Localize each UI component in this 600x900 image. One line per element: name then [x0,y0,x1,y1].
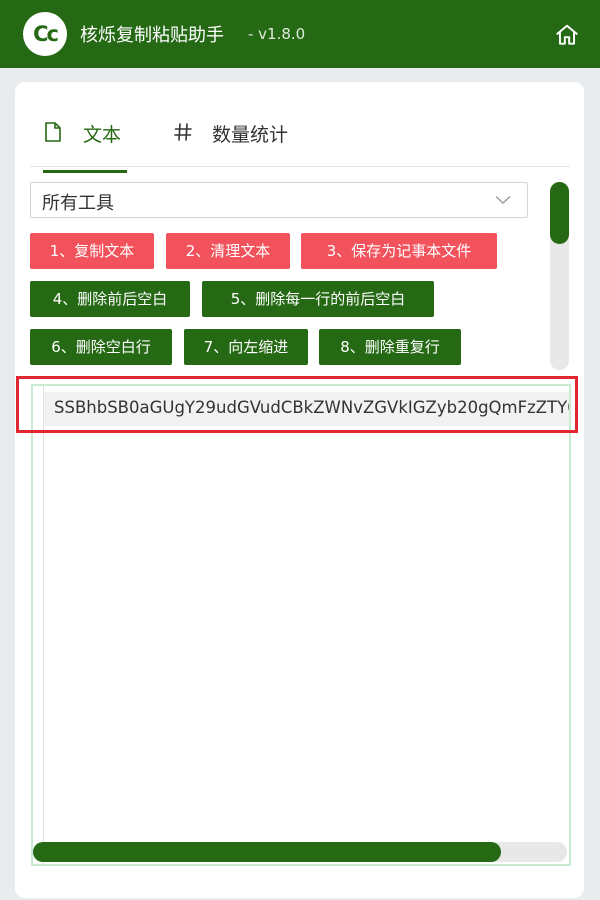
file-icon [45,122,61,142]
remove-blank-lines-button[interactable]: 6、删除空白行 [30,329,172,365]
tools-scrollbar-thumb[interactable] [550,182,569,244]
title-bar: Cc 核烁复制粘贴助手 - v1.8.0 [0,0,600,68]
trim-whitespace-button[interactable]: 4、删除前后空白 [30,281,190,317]
app-title: 核烁复制粘贴助手 [80,25,224,46]
tab-stats-label: 数量统计 [212,124,289,146]
clean-text-button[interactable]: 2、清理文本 [166,233,290,269]
chevron-down-icon [495,195,511,204]
save-as-notepad-button[interactable]: 3、保存为记事本文件 [301,233,497,269]
remove-duplicate-lines-button[interactable]: 8、删除重复行 [319,329,461,365]
tool-select[interactable]: 所有工具 [30,182,528,218]
home-icon[interactable] [554,22,580,48]
tab-count-stats[interactable]: 数量统计 [173,118,323,170]
tab-text-label: 文本 [83,124,122,146]
tools-scrollbar[interactable] [550,182,569,370]
editor-gutter [43,386,44,864]
text-editor[interactable]: SSBhbSB0aGUgY29udGVudCBkZWNvZGVkIGZyb20g… [31,384,571,866]
indent-left-button[interactable]: 7、向左缩进 [184,329,308,365]
app-logo: Cc [23,12,67,56]
logo-text: Cc [33,22,59,46]
tab-text[interactable]: 文本 [43,118,127,173]
tab-divider [30,166,570,167]
main-card: 文本 数量统计 所有工具 1、复制文本 2、清理文本 3、保存为记事本文件 4、… [15,82,584,898]
editor-scrollbar-thumb[interactable] [33,842,501,862]
tool-select-value: 所有工具 [42,193,114,214]
hash-icon [174,123,192,141]
app-version: - v1.8.0 [248,25,306,43]
editor-horizontal-scrollbar[interactable] [33,842,567,862]
trim-each-line-button[interactable]: 5、删除每一行的前后空白 [202,281,434,317]
editor-line[interactable]: SSBhbSB0aGUgY29udGVudCBkZWNvZGVkIGZyb20g… [54,398,569,417]
copy-text-button[interactable]: 1、复制文本 [30,233,154,269]
